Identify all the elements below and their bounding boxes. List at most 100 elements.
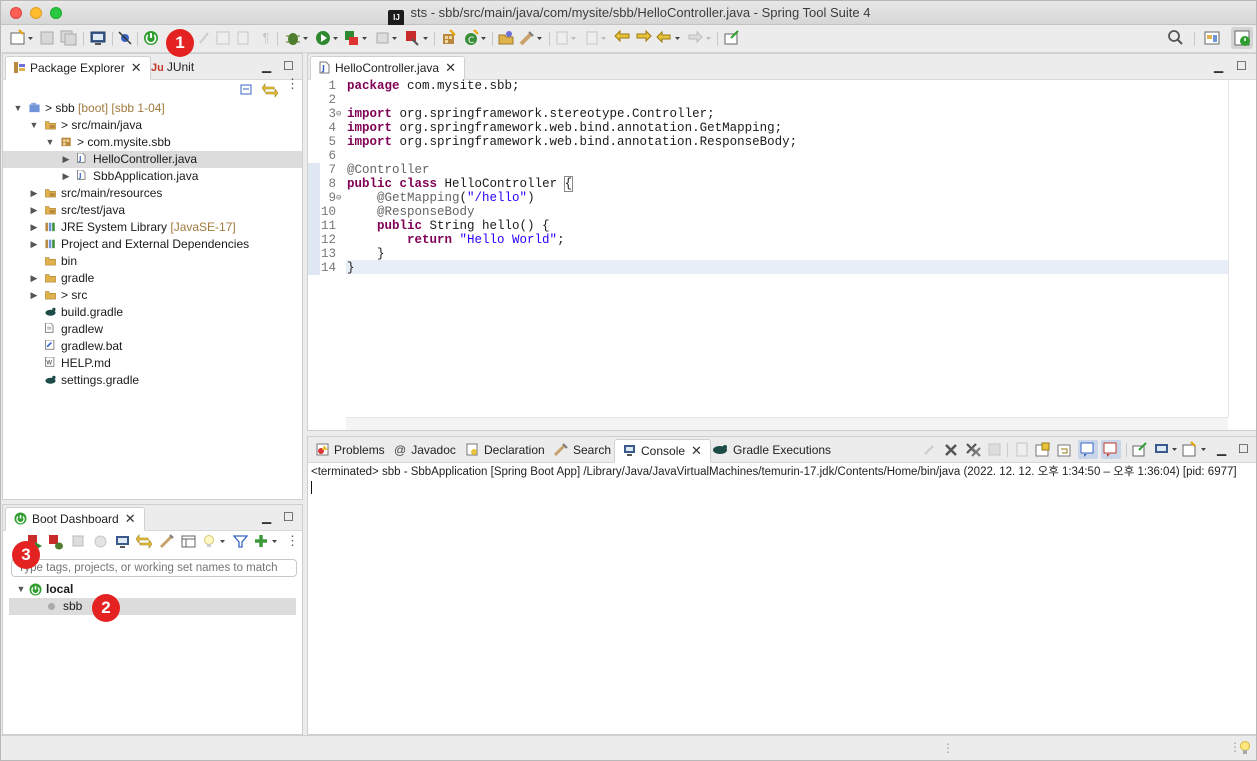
minimize-icon[interactable]: ▁ <box>262 60 271 72</box>
new-package-icon[interactable] <box>440 29 458 47</box>
link-with-console-icon[interactable] <box>136 534 152 549</box>
code-line[interactable]: 9 ⊖ @GetMapping("/hello") <box>308 191 1228 205</box>
code-line[interactable]: 14} <box>308 261 1228 275</box>
maximize-icon[interactable]: ☐ <box>1238 443 1249 455</box>
minimize-icon[interactable]: ▁ <box>1217 443 1226 455</box>
remove-launch-icon[interactable] <box>944 443 958 457</box>
collapse-all-icon[interactable] <box>240 83 254 97</box>
horizontal-scrollbar[interactable] <box>346 417 1228 430</box>
last-edit-icon[interactable] <box>614 29 632 47</box>
open-console-view-icon[interactable] <box>1132 442 1148 457</box>
expand-icon[interactable]: ▶ <box>29 287 39 304</box>
new-class-icon[interactable]: C <box>462 29 488 47</box>
code-line[interactable]: 1 package com.mysite.sbb; <box>308 79 1228 93</box>
save-all-icon[interactable] <box>60 29 78 47</box>
tree-item[interactable]: settings.gradle <box>3 372 302 389</box>
minimize-icon[interactable]: ▁ <box>262 511 271 523</box>
tree-item[interactable]: ▶ J SbbApplication.java <box>3 168 302 185</box>
close-icon[interactable]: ✕ <box>445 60 456 75</box>
tab-hellocontroller-java[interactable]: J HelloController.java ✕ <box>310 56 465 80</box>
tree-item[interactable]: gradlew.bat <box>3 338 302 355</box>
code-line[interactable]: 4 import org.springframework.web.bind.ann… <box>308 121 1228 135</box>
terminate-icon[interactable] <box>988 443 1001 456</box>
run-icon[interactable] <box>314 29 340 47</box>
close-icon[interactable]: ✕ <box>125 511 136 526</box>
back-icon[interactable] <box>656 29 682 47</box>
boot-dashboard-icon[interactable] <box>143 29 159 47</box>
code-line[interactable]: 6 <box>308 149 1228 163</box>
tab-junit[interactable]: Ju JUnit <box>143 56 202 80</box>
new-wizard-icon[interactable] <box>9 29 35 47</box>
filter-icon[interactable] <box>233 534 248 549</box>
tab-javadoc[interactable]: @ Javadoc <box>386 439 464 463</box>
perspective-java-icon[interactable] <box>1203 29 1221 47</box>
display-console-icon[interactable] <box>1154 442 1180 457</box>
save-icon[interactable] <box>39 29 55 47</box>
code-line[interactable]: 8 public class HelloController { <box>308 176 1228 192</box>
coverage-icon[interactable] <box>343 29 369 47</box>
debug-icon[interactable] <box>284 29 310 47</box>
view-menu-icon[interactable]: ⋮ <box>286 77 299 90</box>
stop-icon[interactable] <box>375 29 399 47</box>
show-on-stderr-icon[interactable] <box>1101 440 1121 459</box>
close-icon[interactable]: ✕ <box>691 443 702 458</box>
expand-icon[interactable]: ▼ <box>16 581 26 598</box>
expand-icon[interactable]: ▶ <box>29 185 39 202</box>
tab-problems[interactable]: Problems <box>308 439 393 463</box>
remove-all-terminated-icon[interactable] <box>965 442 981 457</box>
tab-console[interactable]: Console ✕ <box>614 439 711 463</box>
tree-item[interactable]: ▶ gradle <box>3 270 302 287</box>
stop-app-icon[interactable] <box>72 535 84 547</box>
show-on-stdout-icon[interactable] <box>1078 440 1098 459</box>
edit-icon[interactable] <box>159 534 174 549</box>
tree-item[interactable]: ▶ JRE System Library [JavaSE-17] <box>3 219 302 236</box>
tree-item[interactable]: ▶ src/test/java <box>3 202 302 219</box>
open-type-icon[interactable] <box>497 29 515 47</box>
toggle-icon[interactable] <box>215 29 231 47</box>
code-line[interactable]: 12 return "Hello World"; <box>308 233 1228 247</box>
expand-icon[interactable]: ▶ <box>29 270 39 287</box>
word-wrap-icon[interactable] <box>1057 442 1073 457</box>
tree-item[interactable]: W HELP.md <box>3 355 302 372</box>
code-line[interactable]: 10 @ResponseBody <box>308 205 1228 219</box>
tree-item[interactable]: ▼ > src/main/java <box>3 117 302 134</box>
maximize-icon[interactable]: ☐ <box>283 60 294 72</box>
open-task-icon[interactable] <box>518 29 544 47</box>
properties-icon[interactable] <box>181 535 196 548</box>
clear-console-icon[interactable] <box>1015 442 1029 457</box>
minimize-icon[interactable]: ▁ <box>1214 60 1223 72</box>
tree-item[interactable]: ▼ > com.mysite.sbb <box>3 134 302 151</box>
maximize-icon[interactable]: ☐ <box>283 511 294 523</box>
scroll-lock-icon[interactable] <box>1035 442 1051 457</box>
terminal-icon[interactable] <box>89 29 107 47</box>
tab-declaration[interactable]: Declaration <box>458 439 553 463</box>
forward-icon[interactable] <box>687 29 713 47</box>
tips-icon[interactable] <box>1239 740 1251 756</box>
code-line[interactable]: 11 public String hello() { <box>308 219 1228 233</box>
search-icon[interactable] <box>1167 29 1185 47</box>
tree-item[interactable]: ▶ > src <box>3 287 302 304</box>
new-console-icon[interactable] <box>1182 441 1210 457</box>
build-icon[interactable] <box>236 29 250 47</box>
fold-icon[interactable]: ⊖ <box>336 107 341 121</box>
pilcrow-icon[interactable]: ¶ <box>259 29 273 47</box>
tab-boot-dashboard[interactable]: Boot Dashboard ✕ <box>5 507 145 531</box>
code-line[interactable]: 5 import org.springframework.web.bind.ann… <box>308 135 1228 149</box>
code-area[interactable]: 1 package com.mysite.sbb; 2 3 ⊖ import org.sp… <box>308 78 1228 418</box>
tree-item[interactable]: build.gradle <box>3 304 302 321</box>
perspective-spring-icon[interactable] <box>1231 27 1253 49</box>
next-annotation-icon[interactable] <box>554 29 580 47</box>
link-with-editor-icon[interactable] <box>262 83 278 97</box>
annotation-icon[interactable] <box>197 29 211 47</box>
expand-icon[interactable]: ▶ <box>29 236 39 253</box>
skip-breakpoints-icon[interactable] <box>117 29 133 47</box>
collapse-icon[interactable]: ▼ <box>45 134 55 151</box>
external-tools-icon[interactable] <box>404 29 430 47</box>
expand-icon[interactable]: ▶ <box>61 168 71 185</box>
code-line[interactable]: 3 ⊖ import org.springframework.stereotype.… <box>308 107 1228 121</box>
boot-group-local[interactable]: ▼ local <box>3 581 302 598</box>
maximize-icon[interactable]: ☐ <box>1236 60 1247 72</box>
live-hover-icon[interactable] <box>203 534 227 549</box>
open-browser-icon[interactable] <box>94 535 107 548</box>
code-line[interactable]: 13 } <box>308 247 1228 261</box>
